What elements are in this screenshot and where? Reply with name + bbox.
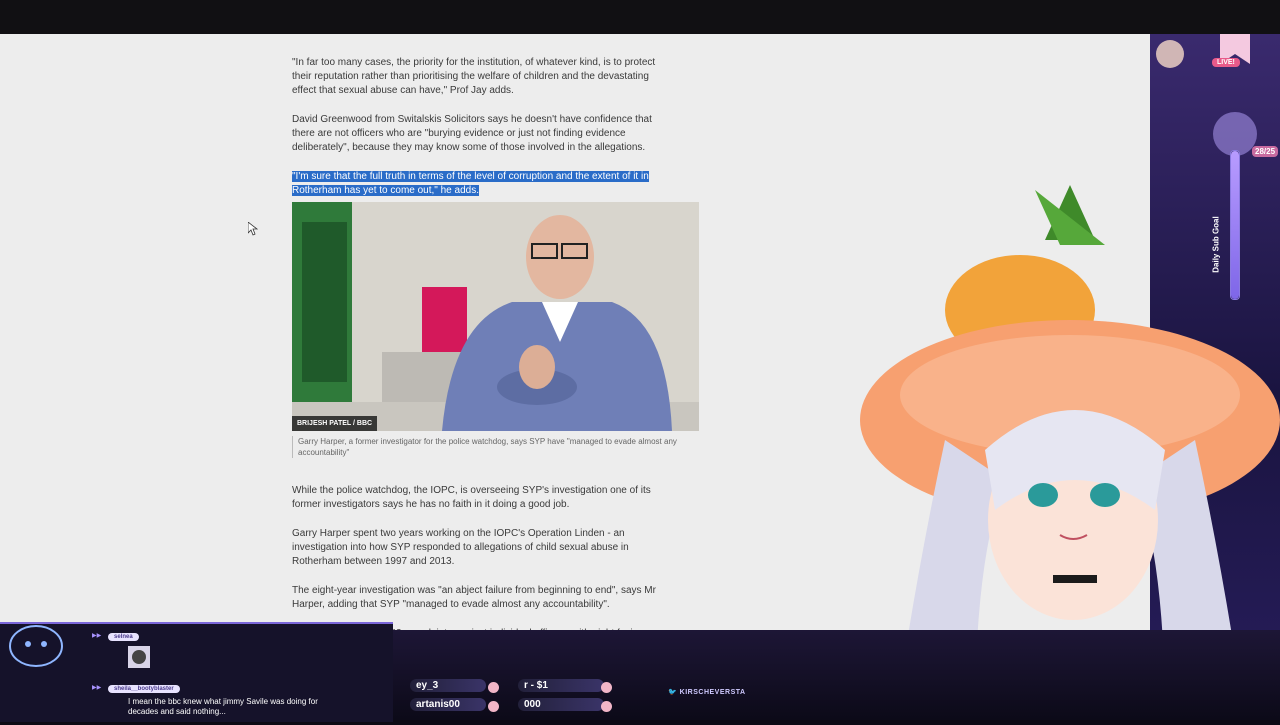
mouse-cursor-icon: [248, 222, 258, 236]
ticker-item: r - $1: [518, 679, 604, 692]
chat-username: sheila__bootyblaster: [108, 685, 180, 693]
diamond-icon: [601, 701, 612, 712]
selected-text: "I'm sure that the full truth in terms o…: [292, 171, 649, 196]
article-photo: BRIJESH PATEL / BBC: [292, 202, 699, 431]
selected-paragraph[interactable]: "I'm sure that the full truth in terms o…: [292, 170, 672, 198]
chat-emote-icon: [128, 646, 150, 668]
article-paragraph: The eight-year investigation was "an abj…: [292, 585, 656, 610]
photo-image: [292, 202, 699, 431]
article-paragraph: While the police watchdog, the IOPC, is …: [292, 485, 651, 510]
chat-arrow-icon: ▶▶: [92, 633, 102, 639]
ticker-item: artanis00: [410, 698, 486, 711]
twitter-icon: 🐦: [668, 689, 680, 696]
photo-credit: BRIJESH PATEL / BBC: [292, 416, 378, 431]
chat-username: selnea: [108, 633, 139, 641]
chat-box: ▶▶ selnea ▶▶ sheila__bootyblaster I mean…: [0, 622, 393, 722]
chat-arrow-icon: ▶▶: [92, 685, 102, 691]
event-ticker: ey_3 r - $1 artanis00 000: [396, 675, 626, 715]
ticker-text: 000: [524, 699, 541, 710]
twitter-text: KIRSCHEVERSTA: [679, 689, 746, 696]
diamond-icon: [488, 701, 499, 712]
sub-goal-count: 28/25: [1252, 146, 1279, 157]
ticker-item: 000: [518, 698, 604, 711]
article-paragraph: David Greenwood from Switalskis Solicito…: [292, 114, 652, 153]
article-paragraph: "In far too many cases, the priority for…: [292, 57, 656, 96]
mascot-icon: [9, 625, 63, 667]
ticker-text: r - $1: [524, 680, 548, 691]
live-badge: LIVE!: [1212, 58, 1240, 67]
photo-caption: Garry Harper, a former investigator for …: [292, 436, 698, 458]
top-bar: [0, 0, 1280, 34]
heart-icon: [488, 682, 499, 693]
chat-message: I mean the bbc knew what jimmy Savile wa…: [128, 697, 318, 716]
article-paragraph: Garry Harper spent two years working on …: [292, 528, 629, 567]
ticker-item: ey_3: [410, 679, 486, 692]
ticker-text: ey_3: [416, 680, 439, 691]
twitter-handle: 🐦 KIRSCHEVERSTA: [668, 688, 746, 696]
coin-icon: [601, 682, 612, 693]
ticker-text: artanis00: [416, 699, 460, 710]
